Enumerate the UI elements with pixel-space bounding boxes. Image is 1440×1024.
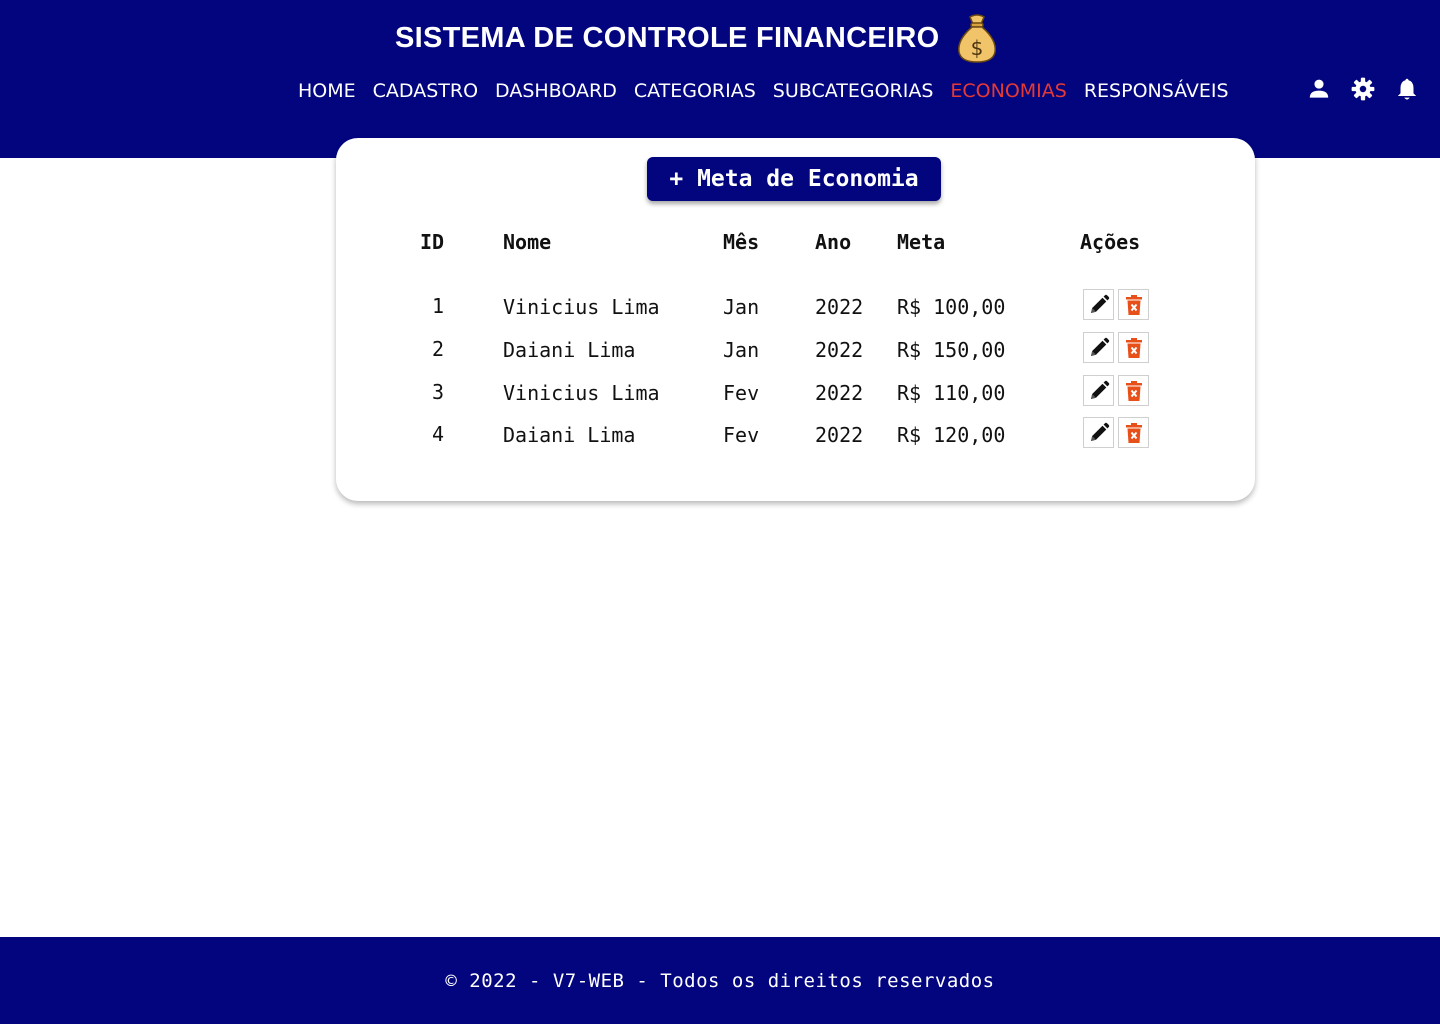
cell-id: 2 [432, 337, 445, 361]
delete-button[interactable] [1118, 289, 1149, 320]
col-header-meta: Meta [897, 230, 946, 254]
cell-mes: Fev [723, 423, 760, 447]
table-row: 3 Vinicius Lima Fev 2022 R$ 110,00 [336, 375, 1255, 409]
trash-icon [1125, 337, 1142, 358]
pencil-icon [1090, 337, 1109, 356]
bell-icon[interactable] [1394, 76, 1420, 102]
col-header-id: ID [420, 230, 445, 254]
cell-mes: Jan [723, 295, 760, 319]
edit-button[interactable] [1083, 289, 1114, 320]
cell-id: 1 [432, 294, 445, 318]
trash-icon [1125, 294, 1142, 315]
cell-nome: Daiani Lima [503, 338, 636, 362]
nav-item-home[interactable]: HOME [298, 80, 356, 102]
svg-text:$: $ [971, 36, 984, 60]
nav-item-categorias[interactable]: CATEGORIAS [634, 80, 756, 102]
cell-meta: R$ 110,00 [897, 381, 1006, 405]
add-savings-goal-button[interactable]: + Meta de Economia [647, 157, 941, 201]
trash-icon [1125, 380, 1142, 401]
user-icon[interactable] [1306, 76, 1332, 102]
main-nav: HOME CADASTRO DASHBOARD CATEGORIAS SUBCATEGO… [298, 77, 1246, 105]
table-row: 1 Vinicius Lima Jan 2022 R$ 100,00 [336, 289, 1255, 323]
nav-item-dashboard[interactable]: DASHBOARD [495, 80, 617, 102]
site-header: SISTEMA DE CONTROLE FINANCEIRO $ HOME CAD… [0, 0, 1440, 158]
col-header-ano: Ano [815, 230, 852, 254]
pencil-icon [1090, 422, 1109, 441]
nav-item-cadastro[interactable]: CADASTRO [373, 80, 478, 102]
col-header-mes: Mês [723, 230, 760, 254]
nav-item-responsáveis[interactable]: RESPONSÁVEIS [1084, 80, 1229, 102]
cell-ano: 2022 [815, 295, 864, 319]
savings-card: + Meta de Economia ID Nome Mês Ano Meta … [336, 138, 1255, 501]
cell-nome: Daiani Lima [503, 423, 636, 447]
cell-meta: R$ 120,00 [897, 423, 1006, 447]
delete-button[interactable] [1118, 417, 1149, 448]
cell-nome: Vinicius Lima [503, 381, 660, 405]
cell-id: 4 [432, 422, 445, 446]
site-footer: © 2022 - V7-WEB - Todos os direitos rese… [0, 937, 1440, 1024]
delete-button[interactable] [1118, 375, 1149, 406]
edit-button[interactable] [1083, 417, 1114, 448]
col-header-nome: Nome [503, 230, 552, 254]
cell-id: 3 [432, 380, 445, 404]
cell-mes: Fev [723, 381, 760, 405]
table-row: 2 Daiani Lima Jan 2022 R$ 150,00 [336, 332, 1255, 366]
site-title: SISTEMA DE CONTROLE FINANCEIRO [395, 21, 940, 54]
cell-nome: Vinicius Lima [503, 295, 660, 319]
nav-item-economias[interactable]: ECONOMIAS [950, 80, 1066, 102]
pencil-icon [1090, 294, 1109, 313]
cell-meta: R$ 150,00 [897, 338, 1006, 362]
trash-icon [1125, 422, 1142, 443]
cell-ano: 2022 [815, 338, 864, 362]
brand: SISTEMA DE CONTROLE FINANCEIRO $ [395, 10, 1003, 66]
money-bag-icon: $ [958, 14, 997, 63]
copyright-text: © 2022 - V7-WEB - Todos os direitos rese… [445, 969, 995, 992]
edit-button[interactable] [1083, 375, 1114, 406]
cell-ano: 2022 [815, 423, 864, 447]
pencil-icon [1090, 380, 1109, 399]
nav-item-subcategorias[interactable]: SUBCATEGORIAS [773, 80, 934, 102]
edit-button[interactable] [1083, 332, 1114, 363]
table-row: 4 Daiani Lima Fev 2022 R$ 120,00 [336, 417, 1255, 451]
gear-icon[interactable] [1350, 76, 1376, 102]
cell-ano: 2022 [815, 381, 864, 405]
delete-button[interactable] [1118, 332, 1149, 363]
cell-mes: Jan [723, 338, 760, 362]
cell-meta: R$ 100,00 [897, 295, 1006, 319]
header-actions [1288, 76, 1420, 102]
col-header-acoes: Ações [1080, 230, 1141, 254]
